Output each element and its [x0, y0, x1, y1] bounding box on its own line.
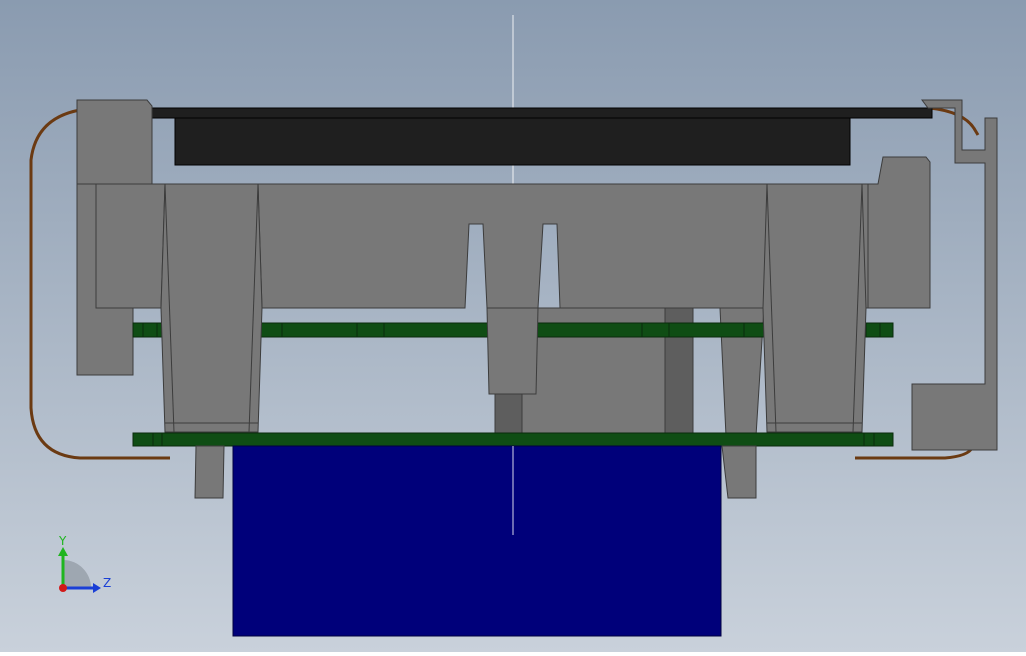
center-latch-stem: [494, 393, 523, 437]
top-dark-panel: [149, 107, 933, 119]
display-panel: [174, 117, 851, 166]
lower-pcb: [132, 432, 894, 447]
right-foot: [721, 445, 757, 499]
y-axis-label: Y: [58, 534, 67, 548]
x-axis-dot: [59, 584, 67, 592]
center-latch: [486, 307, 539, 395]
cad-viewport[interactable]: Y Z: [0, 0, 1026, 652]
blue-component-block: [232, 445, 722, 637]
cad-drawing: Y Z: [0, 0, 1026, 652]
left-foot: [194, 445, 225, 499]
z-axis-label: Z: [103, 576, 111, 590]
left-column: [160, 183, 263, 433]
right-column: [762, 183, 867, 433]
